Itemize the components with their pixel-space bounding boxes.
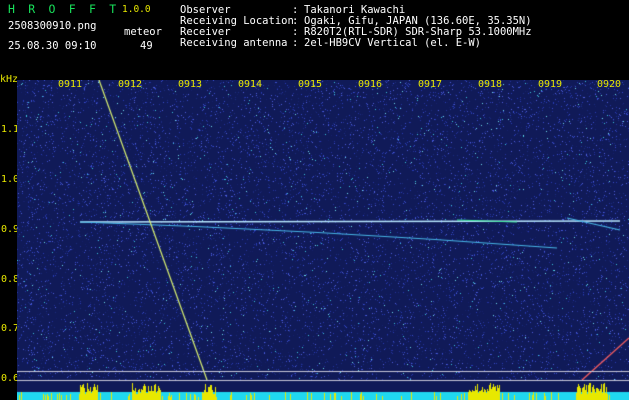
time-label: 0919 (538, 79, 563, 90)
meteor-count: 49 (140, 40, 153, 52)
time-label: 0911 (58, 79, 83, 90)
header-panel: H R O F F T 1.0.0 2508300910.png meteor … (0, 0, 629, 80)
waterfall-spectrogram (17, 80, 629, 400)
info-colon: : (292, 37, 305, 49)
meteor-label: meteor (124, 26, 162, 38)
file-name: 2508300910.png (8, 20, 97, 32)
app-version: 1.0.0 (122, 4, 151, 15)
time-label: 0913 (178, 79, 203, 90)
time-label: 0918 (478, 79, 503, 90)
time-label: 0916 (358, 79, 383, 90)
station-info: Observer: Takanori Kawachi Receiving Loc… (180, 5, 532, 49)
info-row-antenna: Receiving antenna: 2el-HB9CV Vertical (e… (180, 38, 532, 49)
time-label: 0917 (418, 79, 443, 90)
info-value: 2el-HB9CV Vertical (el. E-W) (304, 37, 482, 49)
datetime: 25.08.30 09:10 (8, 40, 97, 52)
time-label: 0915 (298, 79, 323, 90)
time-label: 0920 (597, 79, 622, 90)
app-title: H R O F F T (8, 2, 120, 16)
y-axis-unit: kHz (0, 74, 19, 85)
info-key: Receiving antenna (180, 37, 288, 49)
time-label: 0914 (238, 79, 263, 90)
time-label: 0912 (118, 79, 143, 90)
